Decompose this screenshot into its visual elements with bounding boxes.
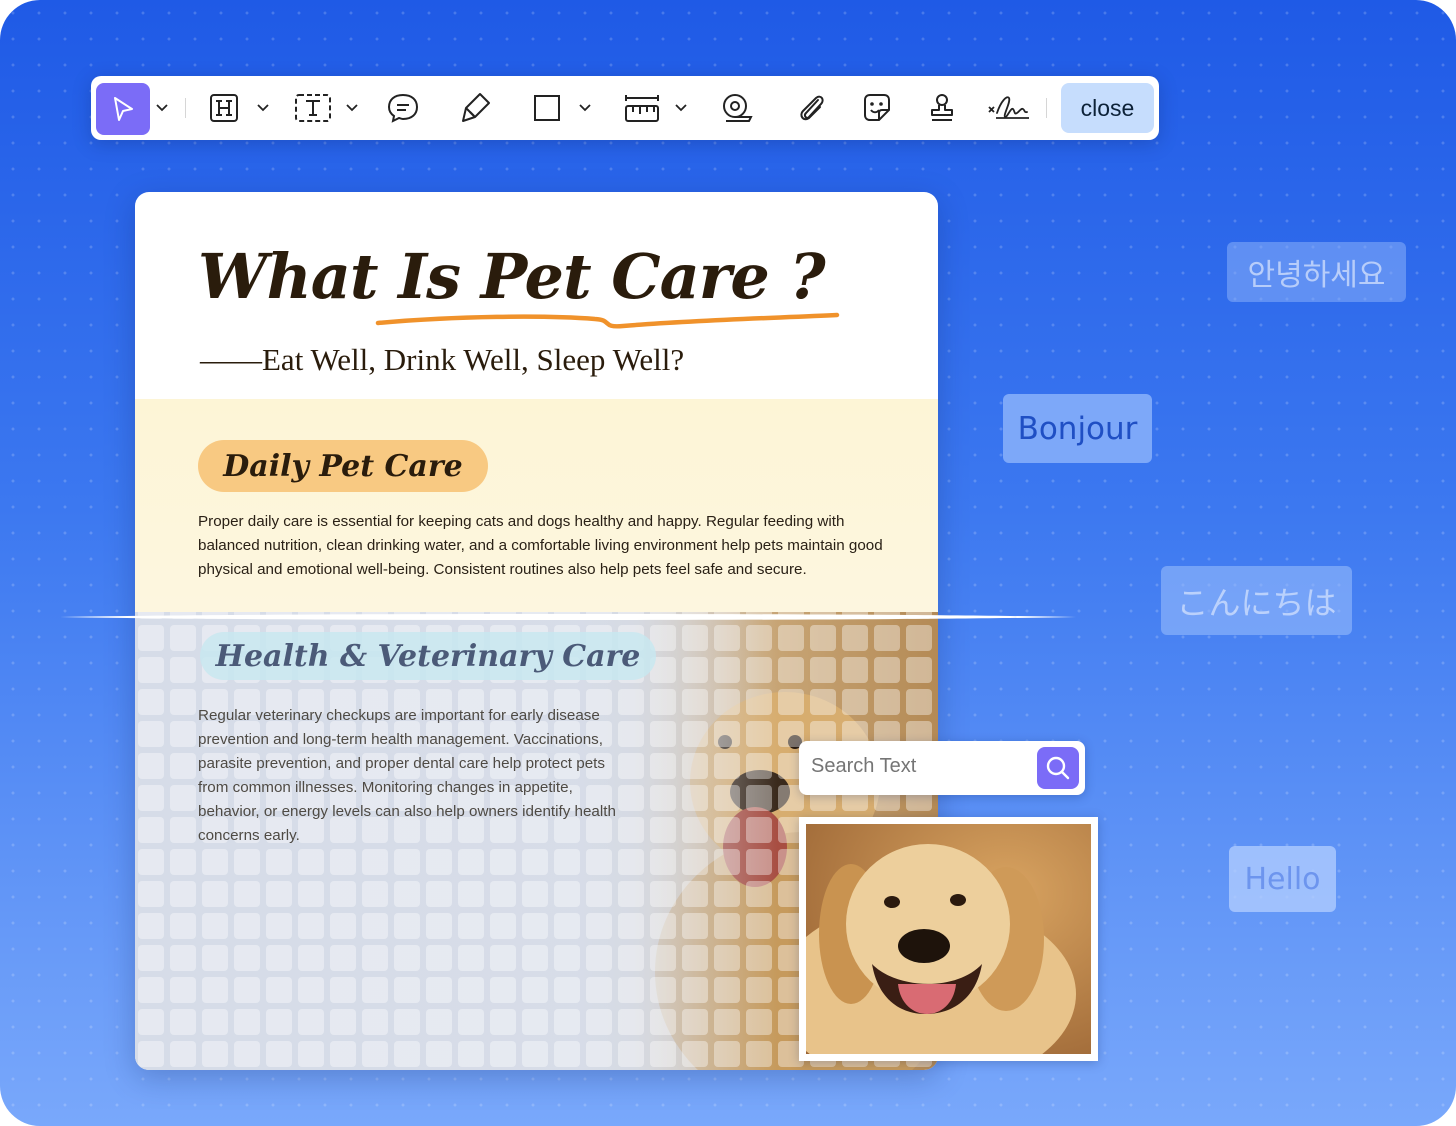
close-button[interactable]: close [1061, 83, 1154, 133]
paperclip-icon [800, 95, 824, 121]
translation-chip-english: Hello [1229, 846, 1336, 912]
sticker-smile-icon [864, 94, 890, 121]
highlighter-icon [462, 93, 490, 122]
daily-care-paragraph: Proper daily care is essential for keepi… [198, 513, 883, 578]
search-button[interactable] [1037, 747, 1079, 789]
tape-roll-icon [723, 94, 753, 122]
translation-chip-korean: 안녕하세요 [1227, 242, 1406, 302]
signature-icon [988, 96, 1029, 119]
text-box-tool-button[interactable] [291, 76, 335, 140]
stamp-icon [931, 94, 953, 121]
attach-tool-button[interactable] [791, 76, 831, 140]
search-input[interactable] [811, 755, 1031, 778]
measure-tool-button[interactable] [619, 76, 665, 140]
scan-line [60, 614, 1076, 620]
heading-tool-dropdown[interactable] [254, 76, 272, 140]
toolbar-divider [185, 98, 186, 118]
select-tool-button[interactable] [96, 83, 150, 135]
ruler-icon [625, 95, 659, 122]
text-box-tool-dropdown[interactable] [343, 76, 361, 140]
rectangle-icon [534, 95, 560, 121]
shape-tool-dropdown[interactable] [576, 76, 594, 140]
translation-chip-japanese: こんにちは [1161, 566, 1352, 635]
stamp-tool-button[interactable] [923, 76, 961, 140]
page-subtitle: ——Eat Well, Drink Well, Sleep Well? [200, 342, 685, 377]
highlighter-tool-button[interactable] [456, 76, 496, 140]
shape-tool-button[interactable] [529, 76, 565, 140]
heading-h-icon [210, 94, 238, 122]
chevron-down-icon [156, 104, 168, 112]
dog-photo [799, 817, 1098, 1061]
select-tool-dropdown[interactable] [153, 76, 171, 140]
chevron-down-icon [579, 104, 591, 112]
comment-tool-button[interactable] [383, 76, 423, 140]
chevron-down-icon [257, 104, 269, 112]
cursor-arrow-icon [114, 97, 133, 121]
app-background: close What Is Pet Care ? ——Eat Well, Dri… [0, 0, 1456, 1126]
heading-tool-button[interactable] [204, 76, 244, 140]
text-box-icon [295, 94, 331, 122]
toolbar-divider [1046, 98, 1047, 118]
tape-tool-button[interactable] [717, 76, 757, 140]
speech-bubble-icon [387, 93, 419, 123]
search-box [799, 741, 1085, 795]
health-care-paragraph: Regular veterinary checkups are importan… [198, 707, 616, 844]
section-heading-daily-care: Daily Pet Care [198, 440, 488, 492]
title-underline [375, 312, 840, 329]
measure-tool-dropdown[interactable] [672, 76, 690, 140]
sticker-tool-button[interactable] [857, 76, 897, 140]
translation-chip-french: Bonjour [1003, 394, 1152, 463]
chevron-down-icon [675, 104, 687, 112]
search-icon [1046, 756, 1070, 780]
section-heading-health-care: Health & Veterinary Care [200, 632, 656, 680]
golden-retriever-image [806, 824, 1091, 1054]
page-title: What Is Pet Care ? [198, 240, 826, 313]
signature-tool-button[interactable] [984, 76, 1034, 140]
chevron-down-icon [346, 104, 358, 112]
annotation-toolbar: close [91, 76, 1159, 140]
